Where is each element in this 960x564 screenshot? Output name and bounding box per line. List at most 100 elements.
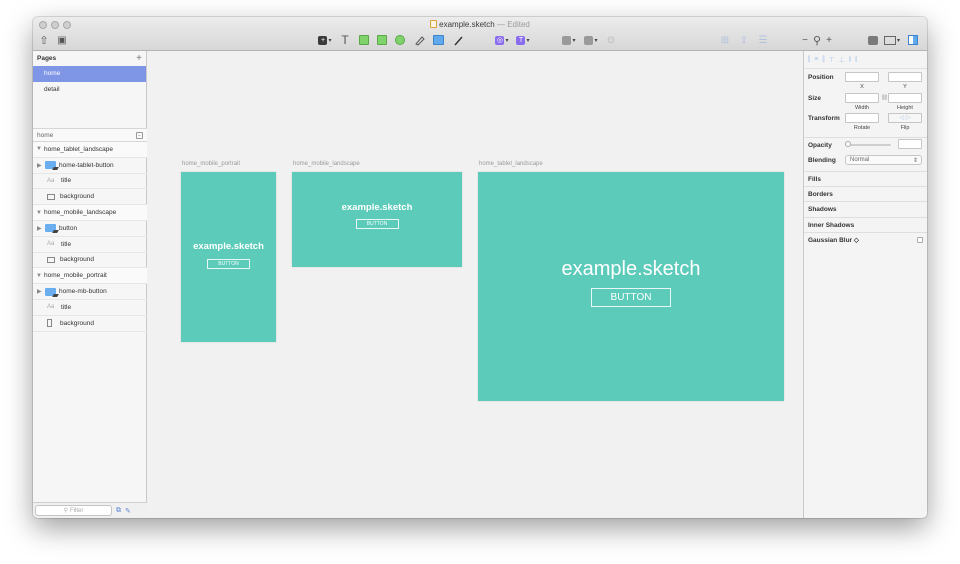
- layout-button[interactable]: [867, 34, 879, 46]
- artboard-layer[interactable]: ▼ home_mobile_landscape: [33, 205, 147, 221]
- inner-shadows-label: Inner Shadows: [808, 221, 855, 229]
- text-layer[interactable]: Aa title: [33, 237, 147, 253]
- blending-select[interactable]: Normal ⇕: [845, 155, 922, 165]
- distribute-v-icon[interactable]: ⫾: [855, 56, 857, 64]
- artboard-label[interactable]: home_mobile_portrait: [182, 161, 240, 167]
- distribute-button[interactable]: ☰: [757, 34, 769, 46]
- artboard-label[interactable]: home_mobile_landscape: [293, 161, 360, 167]
- disclosure-open-icon[interactable]: ▼: [36, 146, 44, 152]
- opacity-slider-knob[interactable]: [845, 141, 851, 147]
- canvas[interactable]: home_mobile_portrait example.sketch BUTT…: [147, 51, 803, 518]
- align-middle-icon[interactable]: ⊥: [839, 56, 845, 64]
- text-layer[interactable]: Aa title: [33, 300, 147, 316]
- shape-layer[interactable]: background: [33, 253, 147, 269]
- filter-input[interactable]: ⚲ Filter: [35, 505, 112, 516]
- insert-icon: +: [318, 35, 328, 45]
- blur-checkbox[interactable]: [917, 237, 923, 243]
- group-layer[interactable]: ▶ home-mb-button: [33, 284, 147, 300]
- layer-list: ▼ home_tablet_landscape ▶ home-tablet-butto…: [33, 142, 147, 332]
- rectangle-tool-button[interactable]: [358, 34, 370, 46]
- boolean-button[interactable]: ▾: [583, 34, 599, 46]
- disclosure-open-icon[interactable]: ▼: [36, 273, 44, 279]
- rounded-rect-tool-button[interactable]: [376, 34, 388, 46]
- y-label: Y: [903, 84, 907, 90]
- oval-icon: [395, 35, 405, 45]
- pages-list: home detail: [33, 66, 146, 98]
- gaussian-blur-section[interactable]: Gaussian Blur ◇: [804, 232, 927, 247]
- distribute-h-icon[interactable]: ⫾: [849, 56, 851, 64]
- artboard-home-mobile-portrait[interactable]: example.sketch BUTTON: [181, 172, 276, 342]
- shape-layer[interactable]: background: [33, 189, 147, 206]
- borders-section[interactable]: Borders: [804, 186, 927, 201]
- text-tool-icon[interactable]: T: [340, 33, 350, 47]
- slices-filter-icon[interactable]: ✎: [125, 507, 131, 515]
- rectangle-layer-icon: [47, 319, 52, 328]
- text-style-icon: T: [516, 35, 526, 45]
- shape-layer[interactable]: background: [33, 316, 147, 332]
- disclosure-closed-icon[interactable]: ▶: [37, 288, 45, 295]
- inspector-toggle-button[interactable]: [907, 34, 919, 46]
- share-icon[interactable]: ⇧: [39, 34, 49, 47]
- position-x-input[interactable]: [845, 72, 879, 82]
- disclosure-closed-icon[interactable]: ▶: [37, 162, 45, 169]
- group-layer[interactable]: ▶ button: [33, 221, 147, 237]
- chevron-down-icon: ▾: [526, 37, 530, 44]
- insert-button[interactable]: + ▾: [318, 34, 332, 46]
- width-input[interactable]: [845, 93, 879, 103]
- page-item-home[interactable]: home: [33, 66, 146, 82]
- export-button[interactable]: ⇪: [738, 34, 750, 46]
- chevron-down-icon: ▾: [505, 37, 509, 44]
- align-right-icon[interactable]: ⫿: [822, 56, 824, 64]
- fills-section[interactable]: Fills: [804, 171, 927, 186]
- export-icon: ⇪: [739, 34, 749, 46]
- align-center-icon[interactable]: ≡: [814, 56, 818, 63]
- artboard-home-tablet-landscape[interactable]: example.sketch BUTTON: [478, 172, 784, 401]
- align-top-icon[interactable]: ⊤: [829, 56, 835, 64]
- distribute-icon: ☰: [758, 34, 768, 46]
- align-left-icon[interactable]: ⫿: [808, 56, 810, 64]
- collapse-icon[interactable]: −: [136, 131, 143, 139]
- shadows-section[interactable]: Shadows: [804, 201, 927, 216]
- page-item-detail[interactable]: detail: [33, 82, 146, 98]
- add-page-button[interactable]: +: [136, 53, 142, 64]
- symbols-button[interactable]: ◎ ▾: [494, 34, 510, 46]
- mask-button[interactable]: ⊙: [605, 34, 617, 46]
- height-input[interactable]: [888, 93, 922, 103]
- rotate-input[interactable]: [845, 113, 879, 123]
- group-button[interactable]: ▾: [561, 34, 577, 46]
- artboard-layer[interactable]: ▼ home_mobile_portrait: [33, 268, 147, 285]
- symbols-filter-icon[interactable]: ⧉: [116, 507, 121, 515]
- view-mode-button[interactable]: ▾: [883, 34, 901, 46]
- vector-tool-button[interactable]: [413, 34, 425, 46]
- pencil-tool-button[interactable]: [452, 34, 464, 46]
- text-styles-button[interactable]: T ▾: [515, 34, 531, 46]
- search-icon[interactable]: ⚲: [812, 34, 822, 47]
- rounded-rectangle-icon: [377, 35, 387, 45]
- disclosure-open-icon[interactable]: ▼: [36, 210, 44, 216]
- artboard-home-mobile-landscape[interactable]: example.sketch BUTTON: [292, 172, 462, 267]
- view-icon[interactable]: ▣: [57, 34, 67, 46]
- inner-shadows-section[interactable]: Inner Shadows: [804, 217, 927, 232]
- image-tool-button[interactable]: [431, 34, 445, 46]
- grid-button[interactable]: ⊞: [719, 34, 731, 46]
- oval-tool-button[interactable]: [394, 34, 406, 46]
- disclosure-closed-icon[interactable]: ▶: [37, 225, 45, 232]
- lock-ratio-icon[interactable]: ⛓: [881, 95, 888, 101]
- layer-label: home-tablet-button: [59, 161, 114, 169]
- zoom-out-button[interactable]: −: [801, 34, 809, 46]
- window-title: example.sketch — Edited: [33, 20, 927, 29]
- artboard-layer[interactable]: ▼ home_tablet_landscape: [33, 142, 147, 158]
- artboard-label[interactable]: home_tablet_landscape: [479, 161, 543, 167]
- text-layer[interactable]: Aa title: [33, 174, 147, 190]
- flip-buttons[interactable]: ◁ ▷: [888, 113, 922, 123]
- pages-title: Pages: [37, 55, 57, 62]
- group-layer[interactable]: ▶ home-tablet-button: [33, 158, 147, 174]
- chevron-down-icon: ▾: [572, 37, 576, 44]
- alignment-toolbar: ⫿ ≡ ⫿ ⊤ ⊥ ⫾ ⫾: [804, 51, 927, 69]
- layer-label: background: [60, 193, 94, 201]
- zoom-in-button[interactable]: +: [825, 34, 833, 46]
- position-y-input[interactable]: [888, 72, 922, 82]
- opacity-input[interactable]: [898, 139, 922, 149]
- search-icon: ⚲: [63, 508, 69, 514]
- opacity-slider[interactable]: [845, 144, 891, 146]
